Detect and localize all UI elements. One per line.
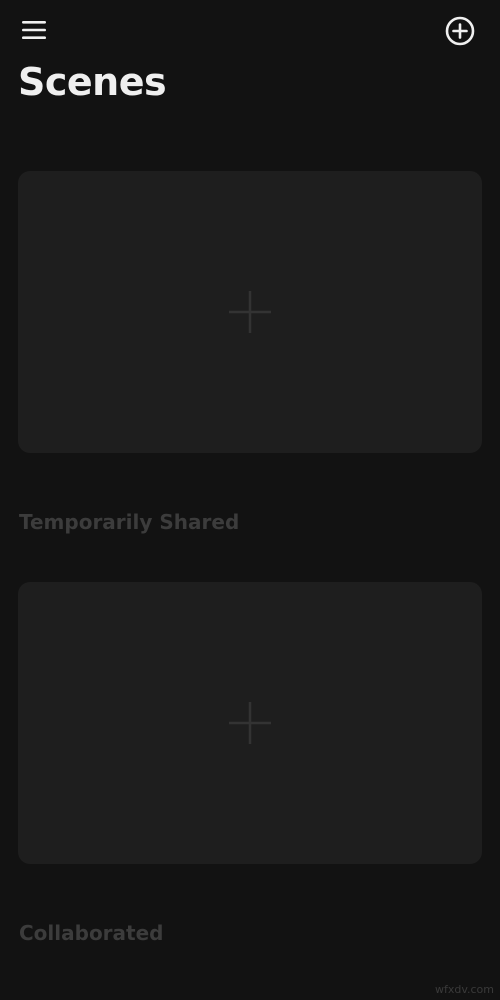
hamburger-menu-icon [22, 21, 46, 39]
app-screen: Scenes Temporarily Shared Collaborated w… [0, 0, 500, 1000]
menu-button[interactable] [19, 15, 49, 45]
new-scene-card[interactable] [18, 171, 482, 453]
plus-icon [229, 702, 271, 744]
section-heading-temporarily-shared: Temporarily Shared [19, 510, 240, 534]
plus-icon [229, 291, 271, 333]
plus-circle-icon [445, 16, 475, 46]
section-heading-collaborated: Collaborated [19, 921, 164, 945]
watermark: wfxdv.com [434, 983, 494, 996]
temporarily-shared-card[interactable] [18, 582, 482, 864]
top-bar [0, 0, 500, 62]
add-scene-button[interactable] [443, 14, 477, 48]
page-title: Scenes [18, 60, 167, 104]
